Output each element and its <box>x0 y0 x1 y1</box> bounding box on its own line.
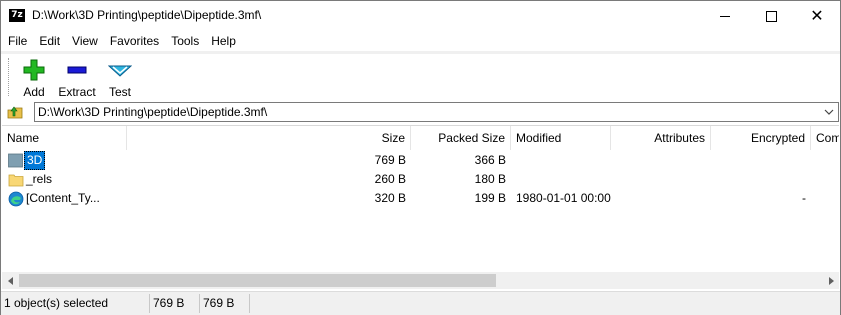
row-size: 320 B <box>374 191 406 205</box>
toolbar: Add Extract Test <box>1 54 840 100</box>
file-list[interactable]: Name Size Packed Size Modified Attribute… <box>2 125 839 290</box>
column-header-size[interactable]: Size <box>127 126 411 150</box>
menu-bar: File Edit View Favorites Tools Help <box>1 31 840 51</box>
test-label: Test <box>108 85 131 99</box>
minus-icon <box>65 58 89 82</box>
scroll-left-button[interactable] <box>2 272 19 289</box>
row-size: 769 B <box>374 153 406 167</box>
row-name[interactable]: [Content_Ty... <box>24 189 102 208</box>
table-row[interactable]: 3D 769 B 366 B <box>2 151 839 170</box>
maximize-button[interactable] <box>748 1 794 31</box>
status-selection: 1 object(s) selected <box>1 294 150 313</box>
app-window: 7z D:\Work\3D Printing\peptide\Dipeptide… <box>0 0 841 315</box>
title-bar[interactable]: 7z D:\Work\3D Printing\peptide\Dipeptide… <box>1 1 840 31</box>
row-name[interactable]: 3D <box>24 151 46 170</box>
address-combobox[interactable]: D:\Work\3D Printing\peptide\Dipeptide.3m… <box>34 102 839 122</box>
row-attributes <box>611 189 711 208</box>
table-row[interactable]: _rels 260 B 180 B <box>2 170 839 189</box>
chevron-left-icon <box>7 276 13 285</box>
maximize-icon <box>765 10 777 22</box>
close-icon: ✕ <box>810 6 824 25</box>
status-bar: 1 object(s) selected 769 B 769 B <box>1 291 840 315</box>
extract-button[interactable]: Extract <box>57 58 97 99</box>
address-path: D:\Work\3D Printing\peptide\Dipeptide.3m… <box>38 105 268 119</box>
menu-favorites[interactable]: Favorites <box>104 31 165 51</box>
chevron-right-icon <box>828 276 834 285</box>
row-modified: 1980-01-01 00:00 <box>516 191 611 205</box>
menu-help[interactable]: Help <box>205 31 242 51</box>
test-button[interactable]: Test <box>106 58 134 99</box>
row-attributes <box>611 151 711 170</box>
edge-browser-icon <box>8 191 24 207</box>
row-encrypted <box>711 170 811 189</box>
folder-up-icon[interactable] <box>7 104 23 120</box>
7zip-app-icon[interactable]: 7z <box>9 9 25 22</box>
checkmark-icon <box>108 58 132 82</box>
scroll-thumb[interactable] <box>19 274 496 287</box>
status-size: 769 B <box>150 294 200 313</box>
column-header-name[interactable]: Name <box>2 126 127 150</box>
list-header: Name Size Packed Size Modified Attribute… <box>2 126 839 150</box>
toolbar-grip[interactable] <box>8 58 11 96</box>
minimize-button[interactable] <box>702 1 748 31</box>
extract-label: Extract <box>58 85 96 99</box>
row-packed-size: 180 B <box>474 172 506 186</box>
row-modified <box>511 170 611 189</box>
add-button[interactable]: Add <box>21 58 47 99</box>
minimize-icon <box>720 15 730 17</box>
window-title: D:\Work\3D Printing\peptide\Dipeptide.3m… <box>32 8 262 22</box>
table-row[interactable]: [Content_Ty... 320 B 199 B 1980-01-01 00… <box>2 189 839 208</box>
row-attributes <box>611 170 711 189</box>
folder-dark-icon <box>8 153 24 168</box>
menu-file[interactable]: File <box>1 31 33 51</box>
folder-icon <box>8 172 24 187</box>
column-header-modified[interactable]: Modified <box>511 126 611 150</box>
row-modified <box>511 151 611 170</box>
row-encrypted: - <box>802 191 806 205</box>
address-row: D:\Work\3D Printing\peptide\Dipeptide.3m… <box>1 101 840 124</box>
row-name[interactable]: _rels <box>24 170 54 189</box>
column-header-attributes[interactable]: Attributes <box>611 126 711 150</box>
chevron-down-icon[interactable] <box>822 105 836 119</box>
row-encrypted <box>711 151 811 170</box>
close-button[interactable]: ✕ <box>794 1 840 31</box>
row-packed-size: 366 B <box>474 153 506 167</box>
column-header-encrypted[interactable]: Encrypted <box>711 126 811 150</box>
scroll-right-button[interactable] <box>822 272 839 289</box>
plus-icon <box>22 58 46 82</box>
menu-tools[interactable]: Tools <box>165 31 205 51</box>
row-size: 260 B <box>374 172 406 186</box>
row-packed-size: 199 B <box>474 191 506 205</box>
menu-edit[interactable]: Edit <box>33 31 66 51</box>
column-header-packed-size[interactable]: Packed Size <box>411 126 511 150</box>
horizontal-scrollbar[interactable] <box>2 272 839 289</box>
add-label: Add <box>23 85 45 99</box>
status-packed-size: 769 B <box>200 294 250 313</box>
menu-view[interactable]: View <box>66 31 104 51</box>
column-header-comment[interactable]: Comment <box>811 126 839 150</box>
